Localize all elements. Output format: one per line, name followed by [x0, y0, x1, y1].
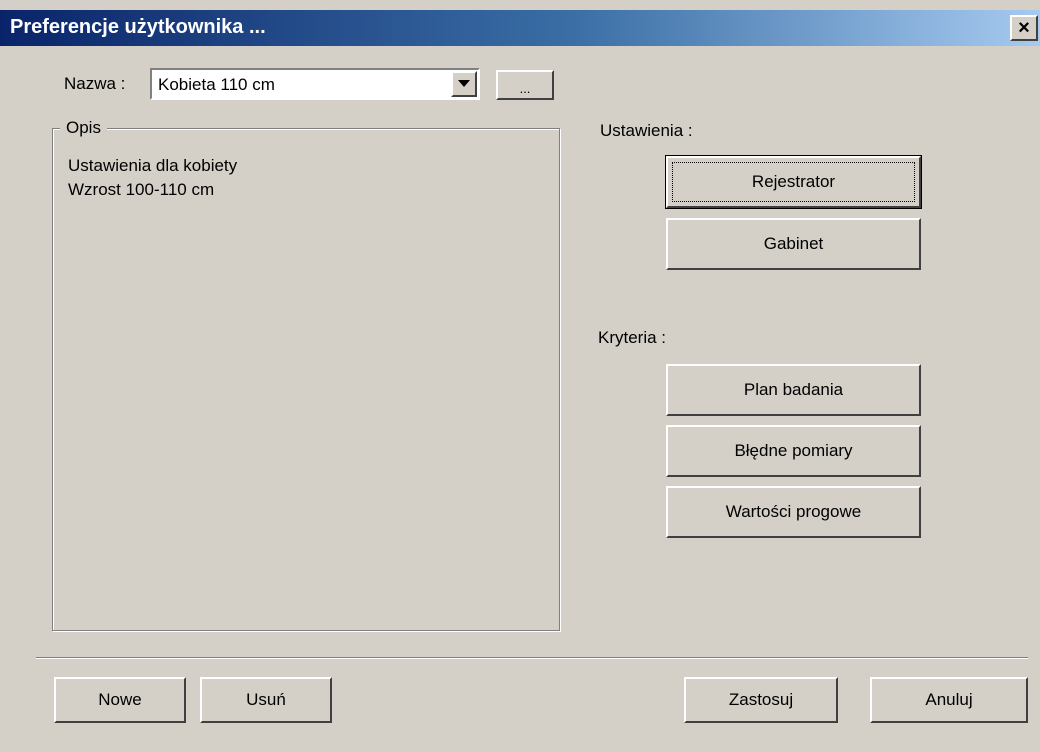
- registrar-button[interactable]: Rejestrator: [665, 155, 922, 209]
- description-line-1: Ustawienia dla kobiety: [68, 156, 238, 175]
- dropdown-arrow-button[interactable]: [451, 71, 477, 97]
- name-select[interactable]: Kobieta 110 cm: [150, 68, 480, 100]
- name-select-value: Kobieta 110 cm: [158, 75, 275, 94]
- footer-separator: [36, 657, 1028, 659]
- new-button-label: Nowe: [98, 690, 142, 709]
- browse-button[interactable]: ...: [496, 70, 554, 100]
- delete-button[interactable]: Usuń: [200, 677, 332, 723]
- delete-button-label: Usuń: [246, 690, 286, 709]
- window-title: Preferencje użytkownika ...: [10, 16, 266, 38]
- preferences-dialog: Preferencje użytkownika ... × Nazwa : Ko…: [0, 0, 1040, 752]
- focus-rectangle: [672, 162, 915, 202]
- cancel-button[interactable]: Anuluj: [870, 677, 1028, 723]
- settings-label: Ustawienia :: [600, 121, 693, 140]
- browse-button-label: ...: [519, 80, 531, 96]
- close-icon: ×: [1018, 16, 1030, 39]
- title-bar[interactable]: Preferencje użytkownika ... ×: [0, 10, 1040, 46]
- exam-plan-button[interactable]: Plan badania: [666, 364, 921, 416]
- new-button[interactable]: Nowe: [54, 677, 186, 723]
- close-button[interactable]: ×: [1010, 15, 1038, 41]
- office-button[interactable]: Gabinet: [666, 218, 921, 270]
- apply-button-label: Zastosuj: [728, 690, 794, 709]
- office-button-label: Gabinet: [763, 234, 824, 253]
- cancel-button-label: Anuluj: [925, 690, 973, 709]
- description-groupbox: [52, 128, 560, 631]
- error-measurements-button-label: Błędne pomiary: [734, 441, 853, 460]
- criteria-label: Kryteria :: [598, 328, 667, 347]
- error-measurements-button[interactable]: Błędne pomiary: [666, 425, 921, 477]
- chevron-down-icon: [458, 80, 470, 87]
- threshold-values-button[interactable]: Wartości progowe: [666, 486, 921, 538]
- apply-button[interactable]: Zastosuj: [684, 677, 838, 723]
- description-line-2: Wzrost 100-110 cm: [68, 180, 215, 199]
- exam-plan-button-label: Plan badania: [743, 380, 844, 399]
- description-legend: Opis: [60, 118, 107, 138]
- threshold-values-button-label: Wartości progowe: [725, 502, 862, 521]
- name-label: Nazwa :: [64, 74, 126, 93]
